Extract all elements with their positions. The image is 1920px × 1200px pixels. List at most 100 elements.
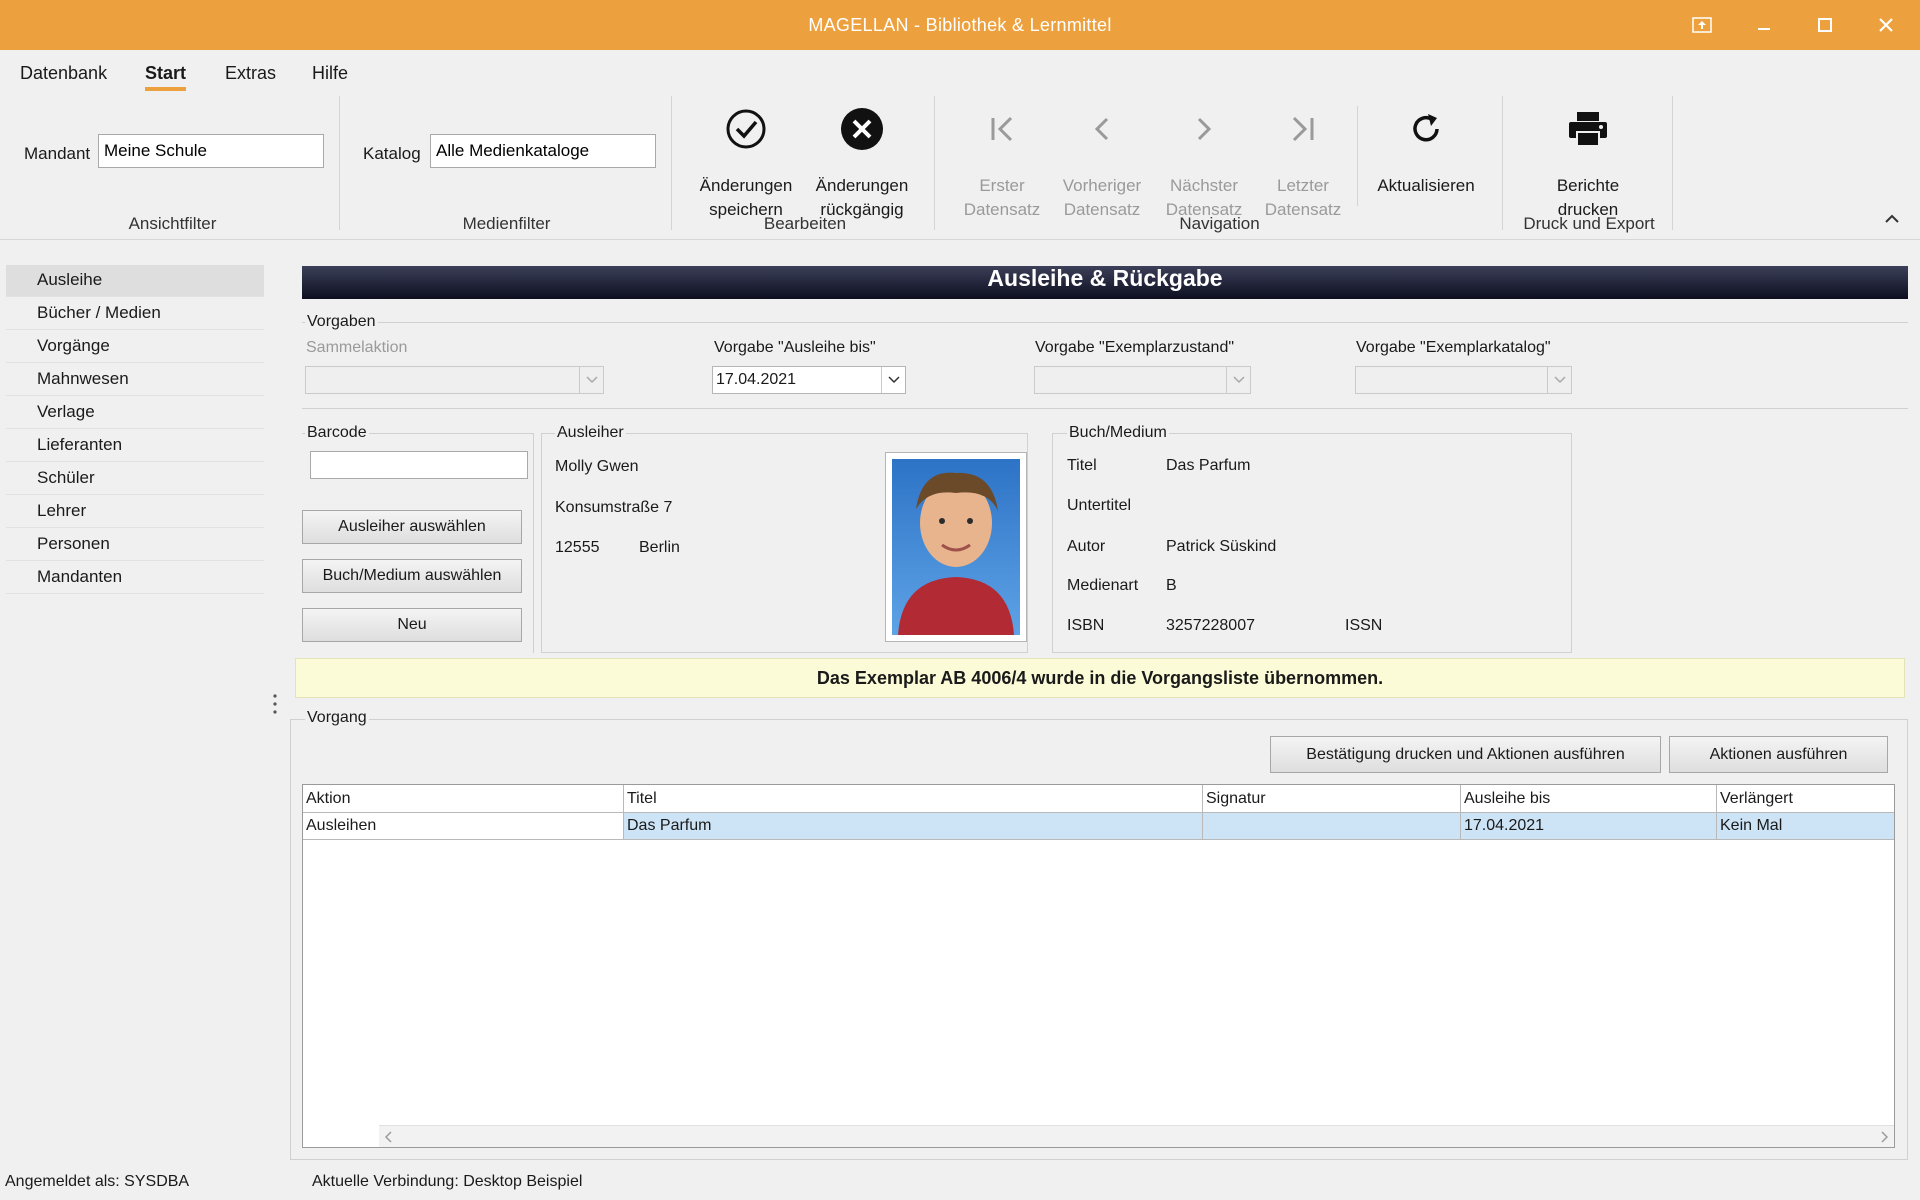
untertitel-label: Untertitel	[1067, 497, 1132, 514]
ausleihe-bis-label: Vorgabe "Ausleihe bis"	[714, 339, 876, 356]
next-record-label-1: Nächster	[1169, 176, 1239, 195]
table-row[interactable]: Ausleihen Das Parfum 17.04.2021 Kein Mal	[303, 813, 1894, 840]
borrower-photo	[885, 452, 1027, 642]
ribbon-separator	[671, 96, 672, 230]
ausleihe-bis-value: 17.04.2021	[716, 371, 797, 388]
cell-aktion[interactable]: Ausleihen	[303, 813, 624, 839]
sidebar-item-lehrer[interactable]: Lehrer	[6, 496, 264, 528]
new-button[interactable]: Neu	[302, 608, 522, 642]
exemplarkatalog-label: Vorgabe "Exemplarkatalog"	[1356, 339, 1551, 356]
barcode-input[interactable]	[310, 451, 528, 479]
select-borrower-button[interactable]: Ausleiher auswählen	[302, 510, 522, 544]
transactions-table: Aktion Titel Signatur Ausleihe bis Verlä…	[302, 784, 1895, 1148]
status-notice: Das Exemplar AB 4006/4 wurde in die Vorg…	[295, 658, 1905, 698]
ribbon-separator	[1672, 96, 1673, 230]
sidebar-item-ausleihe[interactable]: Ausleihe	[6, 265, 264, 297]
status-bar: Angemeldet als: SYSDBA Aktuelle Verbindu…	[0, 1160, 1920, 1200]
medium-title: Buch/Medium	[1067, 424, 1169, 442]
sidebar-navigation: Ausleihe Bücher / Medien Vorgänge Mahnwe…	[0, 260, 268, 1160]
chevron-right-icon	[1197, 117, 1212, 141]
cell-titel[interactable]: Das Parfum	[624, 813, 1203, 839]
sidebar-item-verlage[interactable]: Verlage	[6, 397, 264, 429]
print-reports-button[interactable]: Berichte drucken	[1533, 106, 1643, 222]
maximize-button[interactable]	[1795, 0, 1855, 50]
print-reports-label-1: Berichte	[1556, 176, 1620, 195]
last-record-button[interactable]: Letzter Datensatz	[1248, 106, 1358, 222]
select-medium-button[interactable]: Buch/Medium auswählen	[302, 559, 522, 593]
vorgaben-divider	[302, 408, 1908, 409]
execute-actions-button[interactable]: Aktionen ausführen	[1669, 736, 1888, 773]
sidebar-item-mandanten[interactable]: Mandanten	[6, 562, 264, 594]
first-record-icon	[991, 116, 1013, 142]
medienart-value: B	[1166, 577, 1177, 594]
sammelaktion-label: Sammelaktion	[306, 339, 408, 356]
vorgang-title: Vorgang	[305, 709, 369, 727]
close-button[interactable]	[1856, 0, 1916, 50]
titel-value: Das Parfum	[1166, 457, 1251, 474]
column-header-verlaengert[interactable]: Verlängert	[1717, 785, 1894, 812]
sidebar-item-lieferanten[interactable]: Lieferanten	[6, 430, 264, 462]
autor-label: Autor	[1067, 538, 1106, 555]
column-header-aktion[interactable]: Aktion	[303, 785, 624, 812]
horizontal-scrollbar[interactable]	[379, 1125, 1894, 1147]
katalog-field[interactable]	[430, 134, 656, 168]
sidebar-item-mahnwesen[interactable]: Mahnwesen	[6, 364, 264, 396]
chevron-down-icon	[1232, 376, 1245, 384]
restore-to-tray-button[interactable]	[1672, 0, 1732, 50]
sidebar-item-personen[interactable]: Personen	[6, 529, 264, 561]
table-header: Aktion Titel Signatur Ausleihe bis Verlä…	[303, 785, 1894, 813]
panel-title: Ausleihe & Rückgabe	[302, 266, 1908, 299]
borrower-street: Konsumstraße 7	[555, 499, 673, 516]
group-druck-label: Druck und Export	[1523, 214, 1655, 233]
sidebar-splitter-handle[interactable]	[272, 693, 278, 720]
tray-icon	[1692, 17, 1712, 33]
undo-changes-button[interactable]: Änderungen rückgängig	[807, 106, 917, 222]
exemplarkatalog-dropdown[interactable]	[1355, 366, 1572, 394]
undo-changes-label-1: Änderungen	[815, 176, 909, 195]
column-header-signatur[interactable]: Signatur	[1203, 785, 1461, 812]
borrower-title: Ausleiher	[555, 424, 626, 442]
tab-hilfe[interactable]: Hilfe	[312, 63, 348, 84]
person-photo-icon	[898, 472, 1014, 635]
next-record-button[interactable]: Nächster Datensatz	[1149, 106, 1259, 222]
tab-extras[interactable]: Extras	[225, 63, 276, 84]
tab-datenbank[interactable]: Datenbank	[20, 63, 107, 84]
medium-groupbox	[1052, 433, 1572, 653]
sidebar-item-vorgaenge[interactable]: Vorgänge	[6, 331, 264, 363]
chevron-left-icon	[1094, 117, 1109, 141]
vorgaben-divider	[302, 322, 1908, 323]
exemplarzustand-dropdown[interactable]	[1034, 366, 1251, 394]
collapse-ribbon-button[interactable]	[1884, 209, 1900, 229]
cell-signatur[interactable]	[1203, 813, 1461, 839]
cancel-circle-icon	[841, 108, 883, 150]
cell-verlaengert[interactable]: Kein Mal	[1717, 813, 1894, 839]
sammelaktion-dropdown[interactable]	[305, 366, 604, 394]
previous-record-label-1: Vorheriger	[1062, 176, 1142, 195]
first-record-button[interactable]: Erster Datensatz	[947, 106, 1057, 222]
drag-handle-icon	[273, 694, 277, 714]
column-header-ausleihe-bis[interactable]: Ausleihe bis	[1461, 785, 1717, 812]
refresh-button[interactable]: Aktualisieren	[1370, 106, 1482, 198]
mandant-field[interactable]	[98, 134, 324, 168]
borrower-city: Berlin	[639, 539, 680, 556]
window-title: MAGELLAN - Bibliothek & Lernmittel	[808, 15, 1112, 35]
save-changes-button[interactable]: Änderungen speichern	[691, 106, 801, 222]
previous-record-button[interactable]: Vorheriger Datensatz	[1047, 106, 1157, 222]
autor-value: Patrick Süskind	[1166, 538, 1277, 555]
sidebar-item-buecher-medien[interactable]: Bücher / Medien	[6, 298, 264, 330]
sidebar-item-schueler[interactable]: Schüler	[6, 463, 264, 495]
check-circle-icon	[726, 109, 766, 149]
medienart-label: Medienart	[1067, 577, 1139, 594]
print-confirmation-button[interactable]: Bestätigung drucken und Aktionen ausführ…	[1270, 736, 1661, 773]
katalog-label: Katalog	[363, 144, 421, 163]
column-header-titel[interactable]: Titel	[624, 785, 1203, 812]
ribbon-separator	[934, 96, 935, 230]
chevron-down-icon	[887, 376, 900, 384]
refresh-label: Aktualisieren	[1377, 176, 1475, 195]
ribbon-separator	[1357, 106, 1358, 206]
minimize-button[interactable]	[1734, 0, 1794, 50]
cell-ausleihe-bis[interactable]: 17.04.2021	[1461, 813, 1717, 839]
ausleihe-bis-dropdown[interactable]: 17.04.2021	[712, 366, 906, 394]
tab-start[interactable]: Start	[145, 63, 187, 91]
close-icon	[1879, 18, 1893, 32]
